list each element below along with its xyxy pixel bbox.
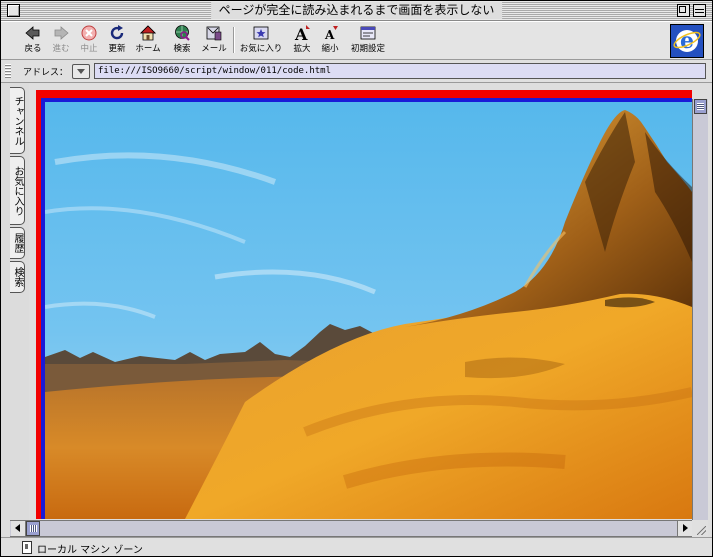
toolbar: 戻る 進む 中止 更新 ホーム 検索 メール お気に入り A 拡大 A 縮小 初… [1,21,712,60]
status-bar: ローカル マシン ゾーン [1,537,712,556]
desert-mountain-image [45,102,692,519]
toolbar-separator [233,27,234,53]
horizontal-scrollbar[interactable] [10,520,692,537]
security-zone-text: ローカル マシン ゾーン [37,545,143,556]
vertical-scrollbar[interactable] [692,99,708,520]
mail-button-label: メール [201,44,227,54]
text-larger-icon: A [294,25,310,42]
preferences-button-label: 初期設定 [350,44,385,54]
resize-grip-icon[interactable] [692,520,708,537]
horizontal-scroll-thumb[interactable] [26,521,40,536]
preferences-button[interactable]: 初期設定 [346,24,390,58]
svg-text:A: A [294,25,308,42]
ie-logo: e [670,24,704,58]
collapse-box[interactable] [693,4,706,17]
scroll-right-arrow-icon[interactable] [677,521,692,536]
tab-favorites[interactable]: お気に入り [10,156,25,225]
stop-icon [81,25,97,41]
preferences-icon [360,26,376,40]
ie-e-icon: e [671,25,703,57]
mail-icon [206,26,222,41]
address-history-dropdown[interactable] [72,64,90,79]
favorites-button-label: お気に入り [239,44,283,54]
text-smaller-button[interactable]: A 縮小 [310,24,350,58]
address-bar-grip[interactable] [5,64,11,78]
search-globe-icon [175,25,190,41]
zoom-box[interactable] [677,4,690,17]
forward-arrow-icon [54,26,69,40]
svg-text:e: e [680,28,694,54]
browser-window: ページが完全に読み込まれるまで画面を表示しない 戻る 進む 中止 更新 ホーム … [0,0,713,557]
tab-channels[interactable]: チャンネル [10,87,25,154]
explorer-side-tabs: チャンネル お気に入り 履歴 検索 [1,83,29,520]
address-input[interactable]: file:///ISO9660/script/window/011/code.h… [94,63,706,79]
close-box[interactable] [7,4,20,17]
home-icon [140,25,156,41]
window-title: ページが完全に読み込まれるまで画面を表示しない [210,2,503,19]
favorites-button[interactable]: お気に入り [239,24,283,58]
favorites-icon [253,26,269,40]
page-content-frame [36,90,692,519]
tab-search[interactable]: 検索 [10,261,25,293]
page-content-inner-frame [41,98,692,519]
back-arrow-icon [25,26,40,40]
address-bar: アドレス： file:///ISO9660/script/window/011/… [1,60,712,83]
address-label: アドレス： [23,68,69,78]
scroll-left-arrow-icon[interactable] [11,521,26,536]
text-smaller-icon: A [324,26,338,42]
title-bar[interactable]: ページが完全に読み込まれるまで画面を表示しない [1,1,712,21]
svg-text:A: A [324,28,335,42]
vertical-scroll-thumb[interactable] [694,99,707,114]
tab-history[interactable]: 履歴 [10,227,25,259]
refresh-icon [110,25,124,40]
text-smaller-button-label: 縮小 [321,44,339,54]
mail-button[interactable]: メール [194,24,234,58]
local-zone-icon [22,541,32,554]
